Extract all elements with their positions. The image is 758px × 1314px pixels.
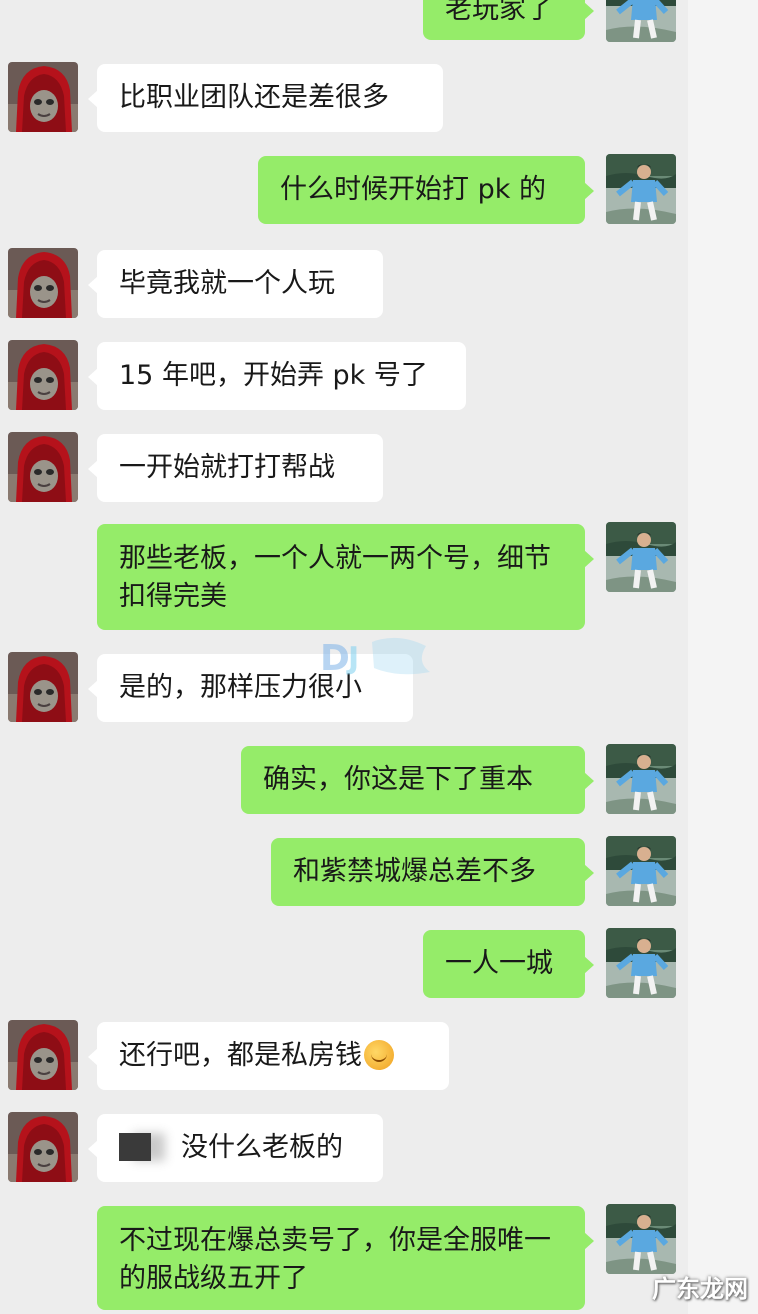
- message-text: 一开始就打打帮战: [119, 452, 335, 483]
- message-text: 没什么老板的: [181, 1132, 343, 1163]
- chat-bubble-sent[interactable]: 什么时候开始打 pk 的: [258, 156, 594, 224]
- message-text: 15 年吧，开始弄 pk 号了: [119, 360, 428, 391]
- chat-bubble-sent[interactable]: 和紫禁城爆总差不多: [271, 838, 594, 906]
- message-text: 那些老板，一个人就一两个号，细节扣得完美: [119, 543, 551, 612]
- contact-avatar-right[interactable]: [606, 836, 676, 906]
- chat-bubble-received[interactable]: 一开始就打打帮战: [88, 434, 383, 502]
- contact-avatar-right[interactable]: [606, 744, 676, 814]
- chat-bubble-received[interactable]: 15 年吧，开始弄 pk 号了: [88, 342, 466, 410]
- watermark-logo-icon: D J: [320, 637, 430, 678]
- svg-text:J: J: [346, 641, 359, 676]
- contact-avatar-left[interactable]: [8, 432, 78, 502]
- contact-avatar-left[interactable]: [8, 1112, 78, 1182]
- contact-avatar-left[interactable]: [8, 1020, 78, 1090]
- watermark-text: 广东龙网: [652, 1275, 748, 1303]
- message-text: 老玩家了: [445, 0, 553, 25]
- svg-text:D: D: [320, 638, 350, 678]
- contact-avatar-right[interactable]: [606, 0, 676, 42]
- redacted-block: [119, 1133, 151, 1161]
- contact-avatar-right[interactable]: [606, 928, 676, 998]
- chat-bubble-received[interactable]: 还行吧，都是私房钱: [88, 1022, 449, 1090]
- chat-bubble-received[interactable]: 没什么老板的: [88, 1114, 383, 1182]
- contact-avatar-left[interactable]: [8, 248, 78, 318]
- chat-bubble-sent[interactable]: 一人一城: [423, 930, 594, 998]
- message-text: 还行吧，都是私房钱: [119, 1040, 362, 1071]
- contact-avatar-left[interactable]: [8, 340, 78, 410]
- chat-bubble-sent[interactable]: 老玩家了: [423, 0, 594, 40]
- message-text: 和紫禁城爆总差不多: [293, 856, 536, 887]
- message-text: 毕竟我就一个人玩: [119, 268, 335, 299]
- contact-avatar-left[interactable]: [8, 652, 78, 722]
- message-text: 比职业团队还是差很多: [119, 82, 389, 113]
- facepalm-emoji: [364, 1040, 394, 1070]
- chat-bubble-sent[interactable]: 不过现在爆总卖号了，你是全服唯一的服战级五开了: [97, 1206, 594, 1310]
- contact-avatar-left[interactable]: [8, 62, 78, 132]
- chat-margin: [688, 0, 758, 1314]
- contact-avatar-right[interactable]: [606, 154, 676, 224]
- chat-bubble-received[interactable]: 毕竟我就一个人玩: [88, 250, 383, 318]
- contact-avatar-right[interactable]: [606, 522, 676, 592]
- chat-bubble-sent[interactable]: 确实，你这是下了重本: [241, 746, 594, 814]
- message-text: 确实，你这是下了重本: [263, 764, 533, 795]
- chat-bubble-sent[interactable]: 那些老板，一个人就一两个号，细节扣得完美: [97, 524, 594, 630]
- contact-avatar-right[interactable]: [606, 1204, 676, 1274]
- message-text: 不过现在爆总卖号了，你是全服唯一的服战级五开了: [119, 1225, 551, 1294]
- message-text: 什么时候开始打 pk 的: [280, 174, 546, 205]
- chat-bubble-received[interactable]: 比职业团队还是差很多: [88, 64, 443, 132]
- message-text: 一人一城: [445, 948, 553, 979]
